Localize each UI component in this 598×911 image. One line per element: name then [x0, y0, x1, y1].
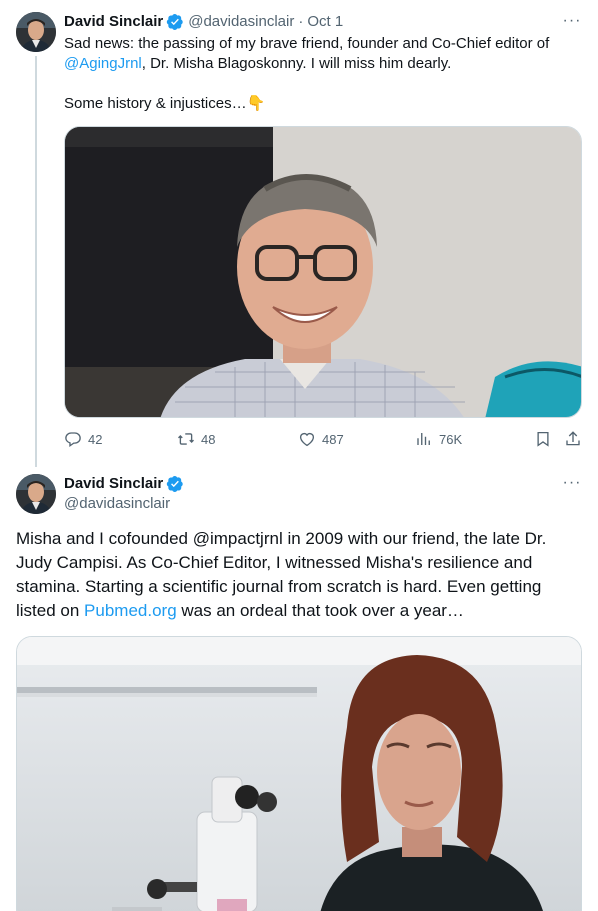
tweet-media-image[interactable]: [16, 636, 582, 911]
verified-badge-icon[interactable]: [166, 475, 184, 493]
avatar[interactable]: [16, 474, 56, 514]
tweet-text: Misha and I cofounded @impactjrnl in 200…: [16, 527, 582, 623]
views-button[interactable]: 76K: [415, 428, 462, 450]
tweet-header: David Sinclair: [64, 474, 188, 494]
view-count: 76K: [439, 431, 463, 447]
tweet-text-part: was an ordeal that took over a year…: [176, 601, 464, 620]
reply-button[interactable]: 42: [64, 428, 102, 450]
author-handle[interactable]: @davidasinclair: [188, 12, 294, 32]
thread-connector-line: [35, 56, 37, 467]
tweet-text: Sad news: the passing of my brave friend…: [64, 34, 584, 114]
more-options-icon[interactable]: ···: [562, 475, 582, 498]
avatar-image: [16, 12, 56, 52]
bookmark-button[interactable]: [534, 428, 558, 450]
tweet-media-image[interactable]: [64, 126, 582, 418]
reply-count: 42: [88, 431, 103, 447]
share-button[interactable]: [564, 428, 588, 450]
heart-icon: [299, 432, 315, 447]
tweet-text-line: Some history & injustices…: [64, 95, 247, 112]
separator-dot: ·: [298, 13, 304, 30]
lab-portrait-photo-icon: [17, 637, 581, 911]
tweet-date[interactable]: Oct 1: [307, 12, 343, 32]
bookmark-icon: [537, 431, 549, 447]
share-icon: [566, 431, 580, 446]
analytics-icon: [417, 433, 430, 445]
pubmed-link[interactable]: Pubmed.org: [84, 601, 177, 620]
tweet-header: David Sinclair @davidasinclair · Oct 1: [64, 12, 343, 32]
like-button[interactable]: 487: [298, 428, 344, 450]
tweet-action-bar: 42 48 487 76K: [64, 428, 582, 450]
like-count: 487: [322, 431, 344, 447]
author-handle[interactable]: @davidasinclair: [64, 494, 170, 514]
repost-button[interactable]: 48: [177, 428, 215, 450]
tweet-text-part: Sad news: the passing of my brave friend…: [64, 35, 550, 52]
more-options-icon[interactable]: ···: [562, 13, 582, 36]
author-name[interactable]: David Sinclair: [64, 12, 163, 32]
reply-icon: [65, 432, 81, 448]
tweet-text-part: , Dr. Misha Blagoskonny. I will miss him…: [141, 55, 452, 72]
avatar-image: [16, 474, 56, 514]
repost-icon: [178, 433, 194, 445]
author-name[interactable]: David Sinclair: [64, 474, 163, 494]
repost-count: 48: [201, 431, 216, 447]
video-call-screenshot-icon: [65, 127, 581, 417]
mention-link[interactable]: @AgingJrnl: [64, 55, 142, 72]
pointing-down-emoji: 👇: [246, 95, 266, 112]
verified-badge-icon[interactable]: [166, 13, 184, 31]
avatar[interactable]: [16, 12, 56, 52]
